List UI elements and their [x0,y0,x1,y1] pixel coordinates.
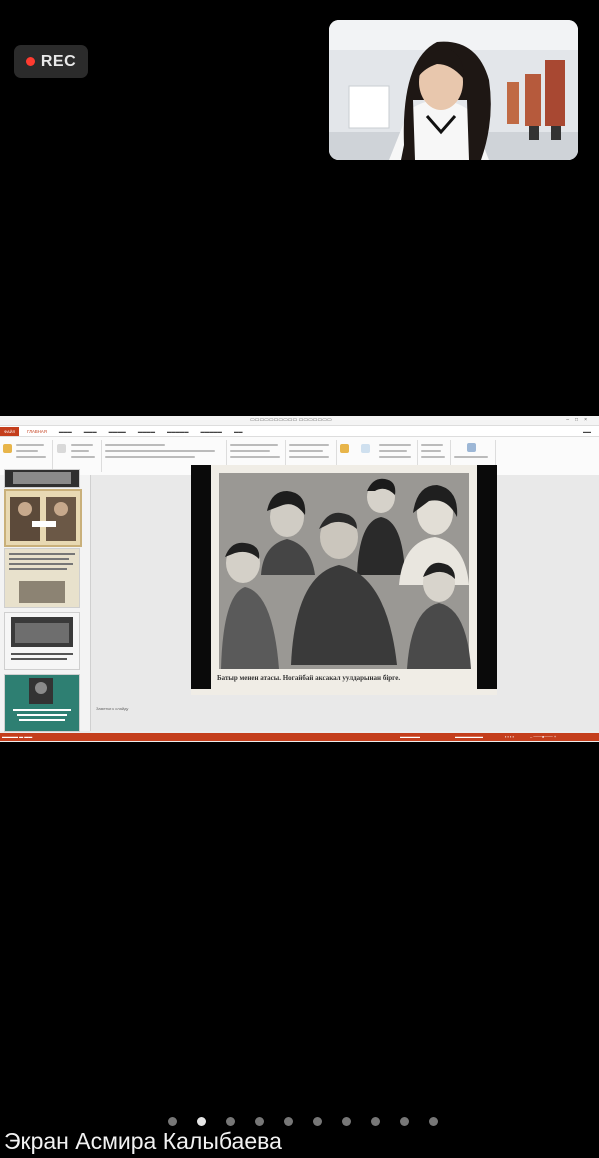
arrange-icon[interactable] [340,444,349,453]
page-dot[interactable] [428,1117,438,1126]
new-slide-icon[interactable] [57,444,66,453]
page-dot[interactable] [312,1117,322,1126]
family-photo-image [191,465,497,695]
page-dot[interactable] [399,1117,409,1126]
tab-slideshow[interactable]: ▬▬▬▬▬ [167,429,188,434]
slide-notes-placeholder[interactable]: Заметки к слайду [96,706,128,711]
tab-file[interactable]: ФАЙЛ [0,426,20,436]
create-pdf-icon[interactable] [467,443,476,452]
record-dot-icon [25,57,35,66]
tab-home[interactable]: ГЛАВНАЯ [27,429,47,434]
window-title-text: ▭▭▭▭▭▭▭▭▭▭ ▭▭▭▭▭▭▭ [250,417,332,423]
page-dot[interactable] [370,1117,380,1126]
status-notes-button[interactable]: ▬▬▬▬▬ [400,734,420,739]
tab-insert[interactable]: ▬▬▬ [59,429,72,434]
quick-styles-icon[interactable] [361,444,370,453]
slide-thumbnail[interactable] [4,612,80,670]
window-controls[interactable]: –□× [566,417,593,423]
tab-review[interactable]: ▬▬▬▬▬ [200,429,221,434]
status-comments-button[interactable]: ▬▬▬▬▬▬▬ [455,734,483,739]
ribbon-group-clipboard[interactable] [0,440,53,472]
tab-transitions[interactable]: ▬▬▬▬ [109,429,126,434]
slide-thumbnail-selected[interactable] [4,489,82,547]
status-slide-counter: ▬▬▬▬ ▬ ▬▬ [2,734,33,739]
ribbon-tabs: ФАЙЛ ГЛАВНАЯ ▬▬▬ ▬▬▬ ▬▬▬▬ ▬▬▬▬ ▬▬▬▬▬ ▬▬▬… [0,426,599,437]
participant-video-image [329,20,578,160]
page-dot[interactable] [341,1117,351,1126]
participant-video[interactable] [329,20,578,160]
slide-thumbnails-pane [0,469,91,732]
page-dot-active[interactable] [196,1117,206,1126]
page-indicator [0,1117,599,1126]
page-dot[interactable] [283,1117,293,1126]
screen-owner-label: Экран Асмира Калыбаева [4,1128,282,1154]
recording-label: REC [40,52,77,70]
paste-icon[interactable] [3,444,12,453]
page-dot[interactable] [254,1117,264,1126]
slide-thumbnail[interactable] [4,548,80,608]
slide-thumbnail[interactable] [4,674,80,732]
recording-indicator: REC [14,45,88,78]
status-bar: ▬▬▬▬ ▬ ▬▬ ▬▬▬▬▬ ▬▬▬▬▬▬▬ ▪ ▪ ▪ ▪ – ───●──… [0,733,599,741]
window-titlebar: ▭▭▭▭▭▭▭▭▭▭ ▭▭▭▭▭▭▭ –□× [0,416,599,426]
tab-view[interactable]: ▬▬ [234,429,243,434]
view-buttons[interactable]: ▪ ▪ ▪ ▪ [505,734,514,739]
page-dot[interactable] [167,1117,177,1126]
page-dot[interactable] [225,1117,235,1126]
slide-caption: Батыр менен атасы. Ногайбай аксакал уулд… [217,674,401,682]
zoom-slider[interactable]: – ───●─── + [530,734,556,739]
current-slide[interactable]: Батыр менен атасы. Ногайбай аксакал уулд… [191,465,497,700]
account-user[interactable]: ▬▬ [583,429,591,434]
tab-design[interactable]: ▬▬▬ [84,429,97,434]
tab-animations[interactable]: ▬▬▬▬ [138,429,155,434]
ribbon-group-slides[interactable] [53,440,102,472]
slide-thumbnail[interactable] [4,469,80,488]
